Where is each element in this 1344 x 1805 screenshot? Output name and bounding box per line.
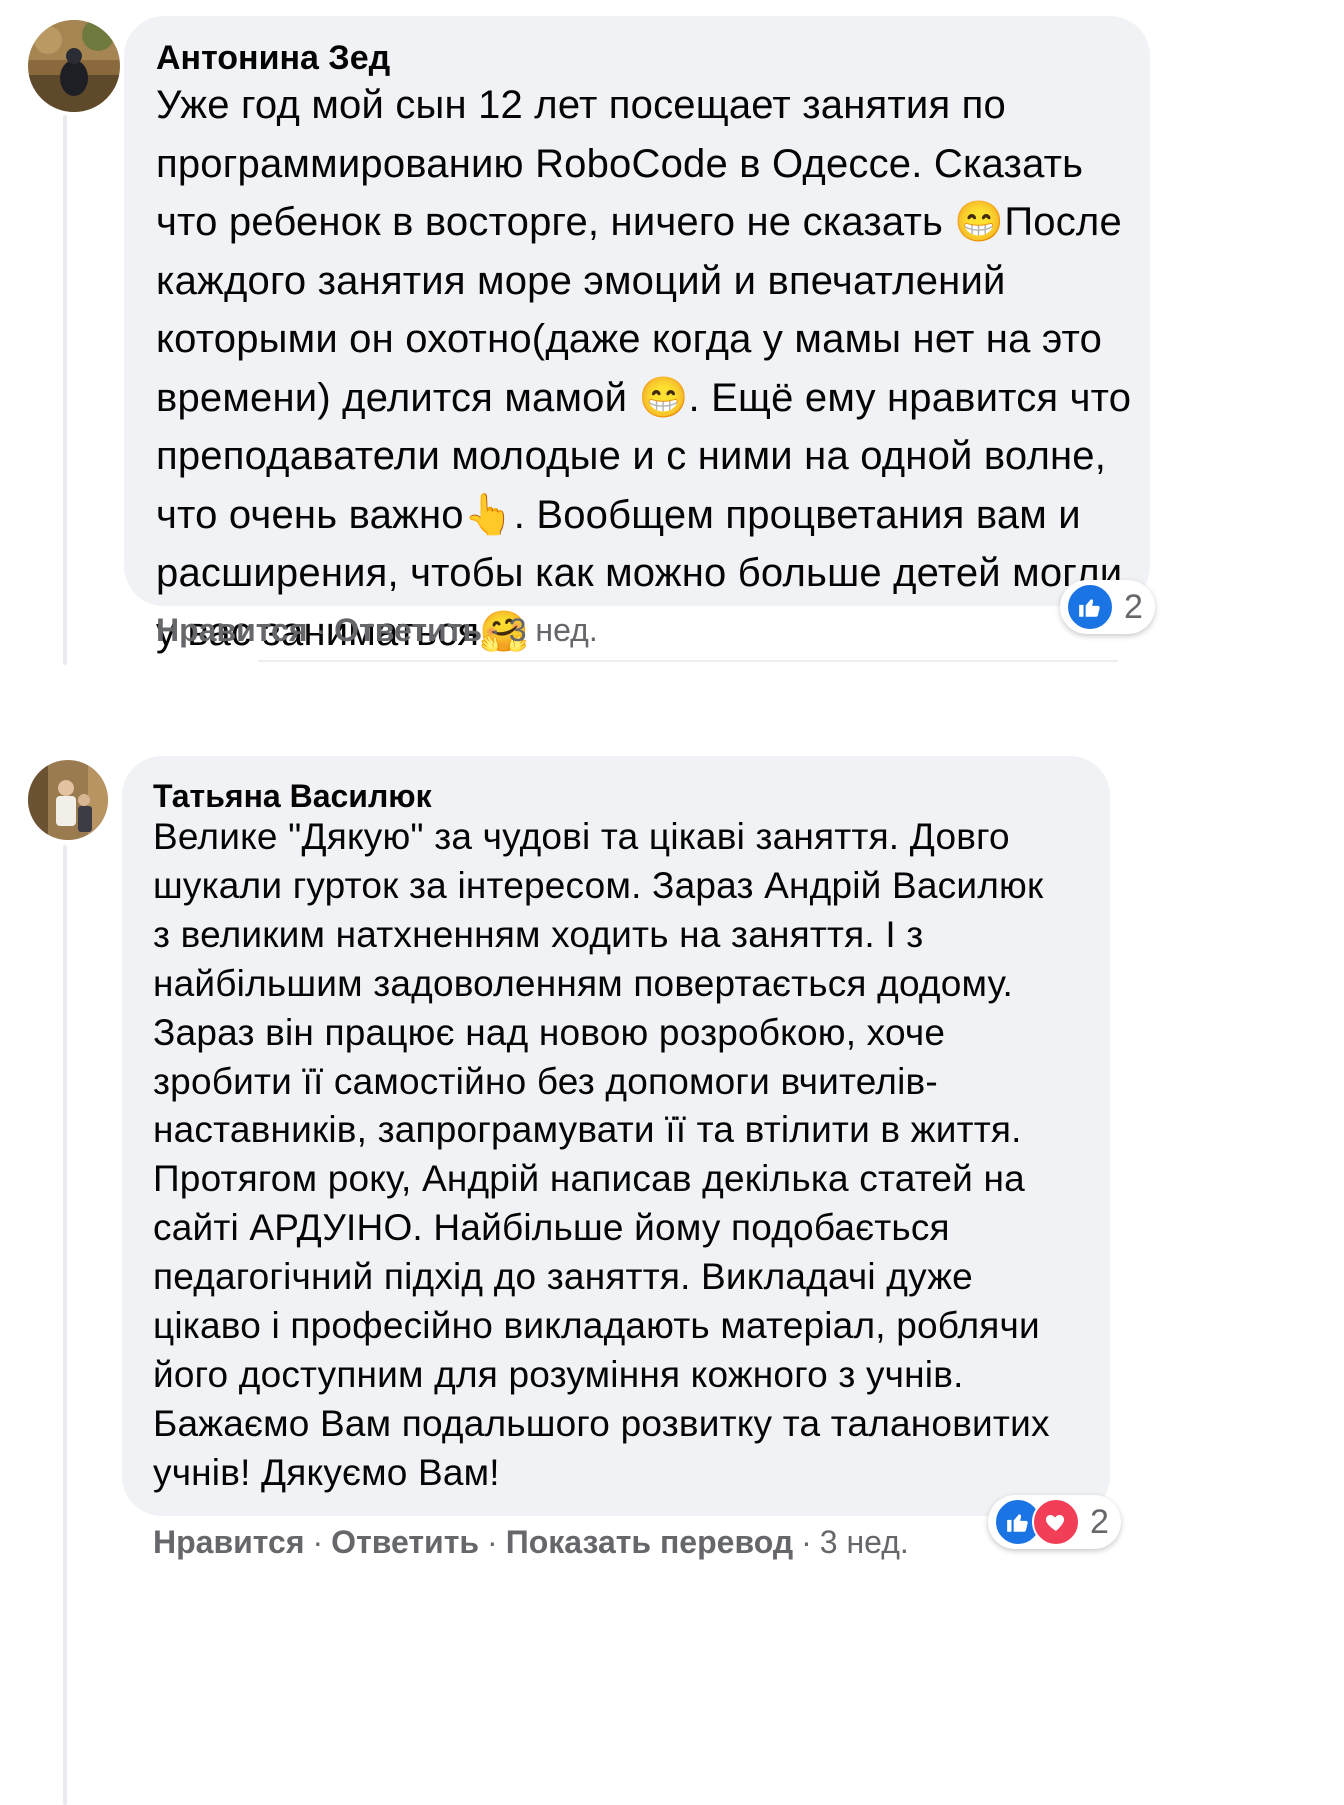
like-link[interactable]: Нравится (156, 612, 308, 648)
thread-line (63, 845, 67, 1805)
comment-text: Велике "Дякую" за чудові та цікаві занят… (153, 816, 1050, 1493)
avatar-photo (28, 20, 120, 112)
translate-link[interactable]: Показать перевод (506, 1524, 793, 1560)
like-reaction-icon (1066, 583, 1114, 631)
reply-link[interactable]: Ответить (334, 612, 482, 648)
comment-actions: Нравится · Ответить · Показать перевод · 3 нед… (153, 1524, 909, 1560)
comment-actions: Нравится · Ответить · 3 нед. (156, 612, 598, 648)
reactions-summary[interactable]: 2 (988, 1495, 1121, 1549)
comment-author[interactable]: Антонина Зед (156, 38, 390, 78)
comment-text: Уже год мой сын 12 лет посещает занятия … (156, 83, 1132, 654)
thread-line (63, 115, 67, 665)
comment-timestamp[interactable]: 3 нед. (509, 612, 598, 648)
comment-timestamp[interactable]: 3 нед. (820, 1524, 909, 1560)
avatar[interactable] (28, 20, 120, 112)
comment-author[interactable]: Татьяна Василюк (153, 776, 432, 816)
love-reaction-icon (1032, 1498, 1080, 1546)
like-link[interactable]: Нравится (153, 1524, 305, 1560)
reaction-count: 2 (1090, 1502, 1109, 1541)
reply-link[interactable]: Ответить (331, 1524, 479, 1560)
reactions-summary[interactable]: 2 (1060, 580, 1155, 634)
reaction-count: 2 (1124, 587, 1143, 626)
avatar-photo (28, 760, 108, 840)
divider (258, 660, 1118, 662)
avatar[interactable] (28, 760, 108, 840)
